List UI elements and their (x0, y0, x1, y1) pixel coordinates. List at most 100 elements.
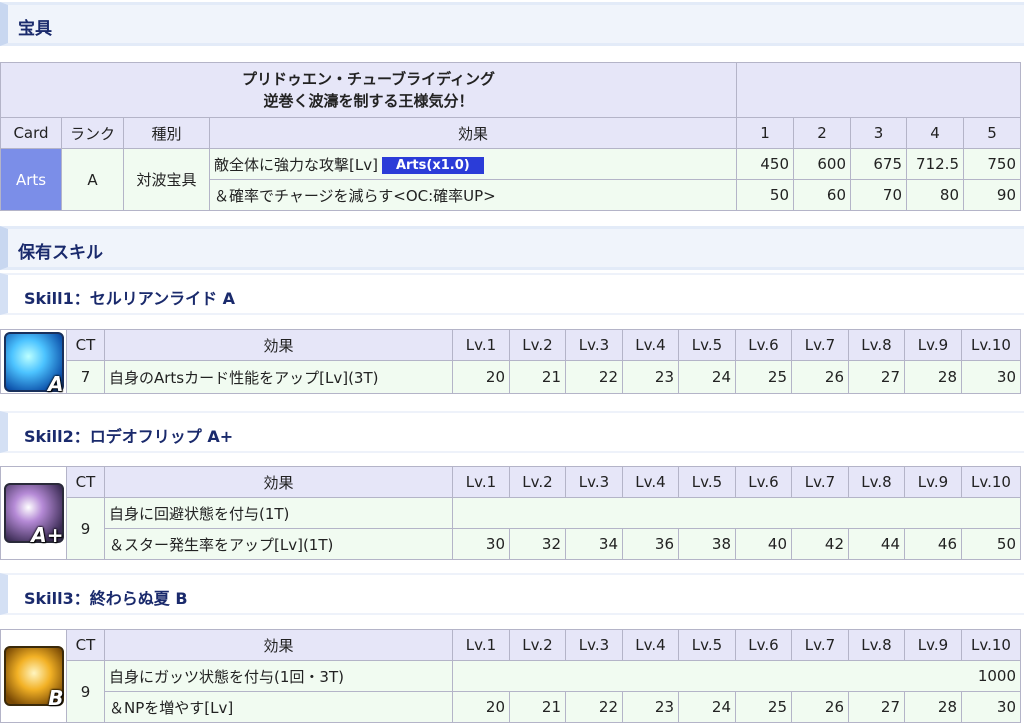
skill1-icon-cell: A (0, 329, 67, 394)
skill-value: 26 (791, 360, 849, 394)
skill-value: 23 (622, 691, 679, 723)
evasion-icon: A+ (3, 483, 64, 547)
skill-value: 34 (565, 528, 623, 560)
skill3-effect: 自身にガッツ状態を付与(1回・3T) (104, 660, 453, 692)
skill3-title: Skill3：終わらぬ夏 B (24, 589, 188, 608)
col-level: 4 (906, 117, 964, 149)
np-section-header: 宝具 (0, 2, 1024, 46)
col-lv: Lv.1 (452, 466, 510, 498)
np-value: 70 (850, 179, 907, 211)
skill-value: 26 (791, 691, 849, 723)
skill1-title: Skill1：セルリアンライド A (24, 289, 236, 308)
col-lv: Lv.2 (509, 329, 566, 361)
skill3-rank: B (48, 686, 64, 710)
np-name: プリドゥエン・チューブライディング (241, 70, 496, 88)
col-lv: Lv.1 (452, 329, 510, 361)
skill-value: 46 (904, 528, 962, 560)
np-value: 450 (736, 148, 794, 180)
arts-up-icon: A (3, 331, 64, 394)
skill-value: 30 (961, 360, 1021, 394)
col-effect: 効果 (104, 466, 453, 498)
np-value: 750 (962, 148, 1022, 180)
col-effect: 効果 (209, 117, 737, 149)
skill-value: 28 (904, 691, 962, 723)
skill-value: 42 (791, 528, 849, 560)
np-effect: 敵全体に強力な攻撃[Lv] (214, 155, 378, 174)
col-lv: Lv.9 (904, 466, 962, 498)
col-lv: Lv.10 (961, 329, 1021, 361)
skill-value: 27 (848, 691, 905, 723)
skill1-ct: 7 (66, 360, 105, 394)
np-value: 600 (793, 148, 851, 180)
col-lv: Lv.6 (735, 329, 792, 361)
skill-value: 27 (848, 360, 905, 394)
skill2-effect: 自身に回避状態を付与(1T) (104, 497, 453, 529)
np-table: プリドゥエン・チューブライディング 逆巻く波濤を制する王様気分！ Card ラン… (0, 62, 1022, 211)
skill-value: 32 (509, 528, 566, 560)
skill-value: 20 (452, 360, 510, 394)
skill-value: 38 (678, 528, 736, 560)
skill-value: 22 (565, 360, 623, 394)
skill1-table: A CT 効果 Lv.1 Lv.2 Lv.3 Lv.4 Lv.5 Lv.6 Lv… (0, 329, 1021, 394)
np-rank: A (61, 148, 124, 211)
col-level: 3 (850, 117, 907, 149)
np-subtitle: 逆巻く波濤を制する王様気分！ (263, 92, 474, 110)
col-lv: Lv.3 (565, 329, 623, 361)
col-lv: Lv.2 (509, 629, 566, 661)
col-lv: Lv.10 (961, 466, 1021, 498)
np-name-cell: プリドゥエン・チューブライディング 逆巻く波濤を制する王様気分！ (0, 62, 737, 118)
col-ct: CT (66, 329, 105, 361)
np-value: 60 (793, 179, 851, 211)
skill-value: 50 (961, 528, 1021, 560)
col-lv: Lv.10 (961, 629, 1021, 661)
skill1-effect: 自身のArtsカード性能をアップ[Lv](3T) (104, 360, 453, 394)
skill-value: 44 (848, 528, 905, 560)
np-value: 90 (962, 179, 1022, 211)
col-lv: Lv.6 (735, 466, 792, 498)
col-level: 2 (793, 117, 851, 149)
skill-value: 20 (452, 691, 510, 723)
np-value: 675 (850, 148, 907, 180)
skill-value: 36 (622, 528, 679, 560)
np-value: 80 (906, 179, 964, 211)
skill1-rank: A (48, 371, 64, 394)
col-lv: Lv.5 (678, 329, 736, 361)
col-lv: Lv.8 (848, 329, 905, 361)
skill3-single-value: 1000 (452, 660, 1021, 692)
skill2-table: A+ CT 効果 Lv.1 Lv.2 Lv.3 Lv.4 Lv.5 Lv.6 L… (0, 466, 1021, 560)
col-lv: Lv.7 (791, 466, 849, 498)
np-type: 対波宝具 (123, 148, 210, 211)
col-lv: Lv.8 (848, 466, 905, 498)
skill2-effect: ＆スター発生率をアップ[Lv](1T) (104, 528, 453, 560)
col-lv: Lv.5 (678, 466, 736, 498)
skills-section-title: 保有スキル (18, 243, 103, 263)
skill-value: 24 (678, 691, 736, 723)
col-lv: Lv.3 (565, 466, 623, 498)
skill-value: 22 (565, 691, 623, 723)
skill2-icon-cell: A+ (0, 466, 67, 560)
skill-value: 28 (904, 360, 962, 394)
np-card-type: Arts (0, 148, 62, 211)
col-lv: Lv.1 (452, 629, 510, 661)
skill-value: 21 (509, 691, 566, 723)
col-ct: CT (66, 629, 105, 661)
col-effect: 効果 (104, 629, 453, 661)
skill2-rank: A+ (31, 523, 64, 547)
guts-icon: B (3, 646, 64, 710)
skills-section-header: 保有スキル (0, 226, 1024, 270)
col-lv: Lv.4 (622, 329, 679, 361)
col-lv: Lv.7 (791, 329, 849, 361)
col-lv: Lv.6 (735, 629, 792, 661)
col-ct: CT (66, 466, 105, 498)
skill2-ct: 9 (66, 497, 105, 560)
col-lv: Lv.7 (791, 629, 849, 661)
skill-value: 25 (735, 360, 792, 394)
skill3-effect: ＆NPを増やす[Lv] (104, 691, 453, 723)
col-lv: Lv.9 (904, 629, 962, 661)
col-rank: ランク (61, 117, 124, 149)
np-value: 712.5 (906, 148, 964, 180)
skill3-ct: 9 (66, 660, 105, 723)
skill-value: 30 (961, 691, 1021, 723)
skill-value: 24 (678, 360, 736, 394)
np-effect: ＆確率でチャージを減らす<OC:確率UP> (209, 179, 737, 211)
